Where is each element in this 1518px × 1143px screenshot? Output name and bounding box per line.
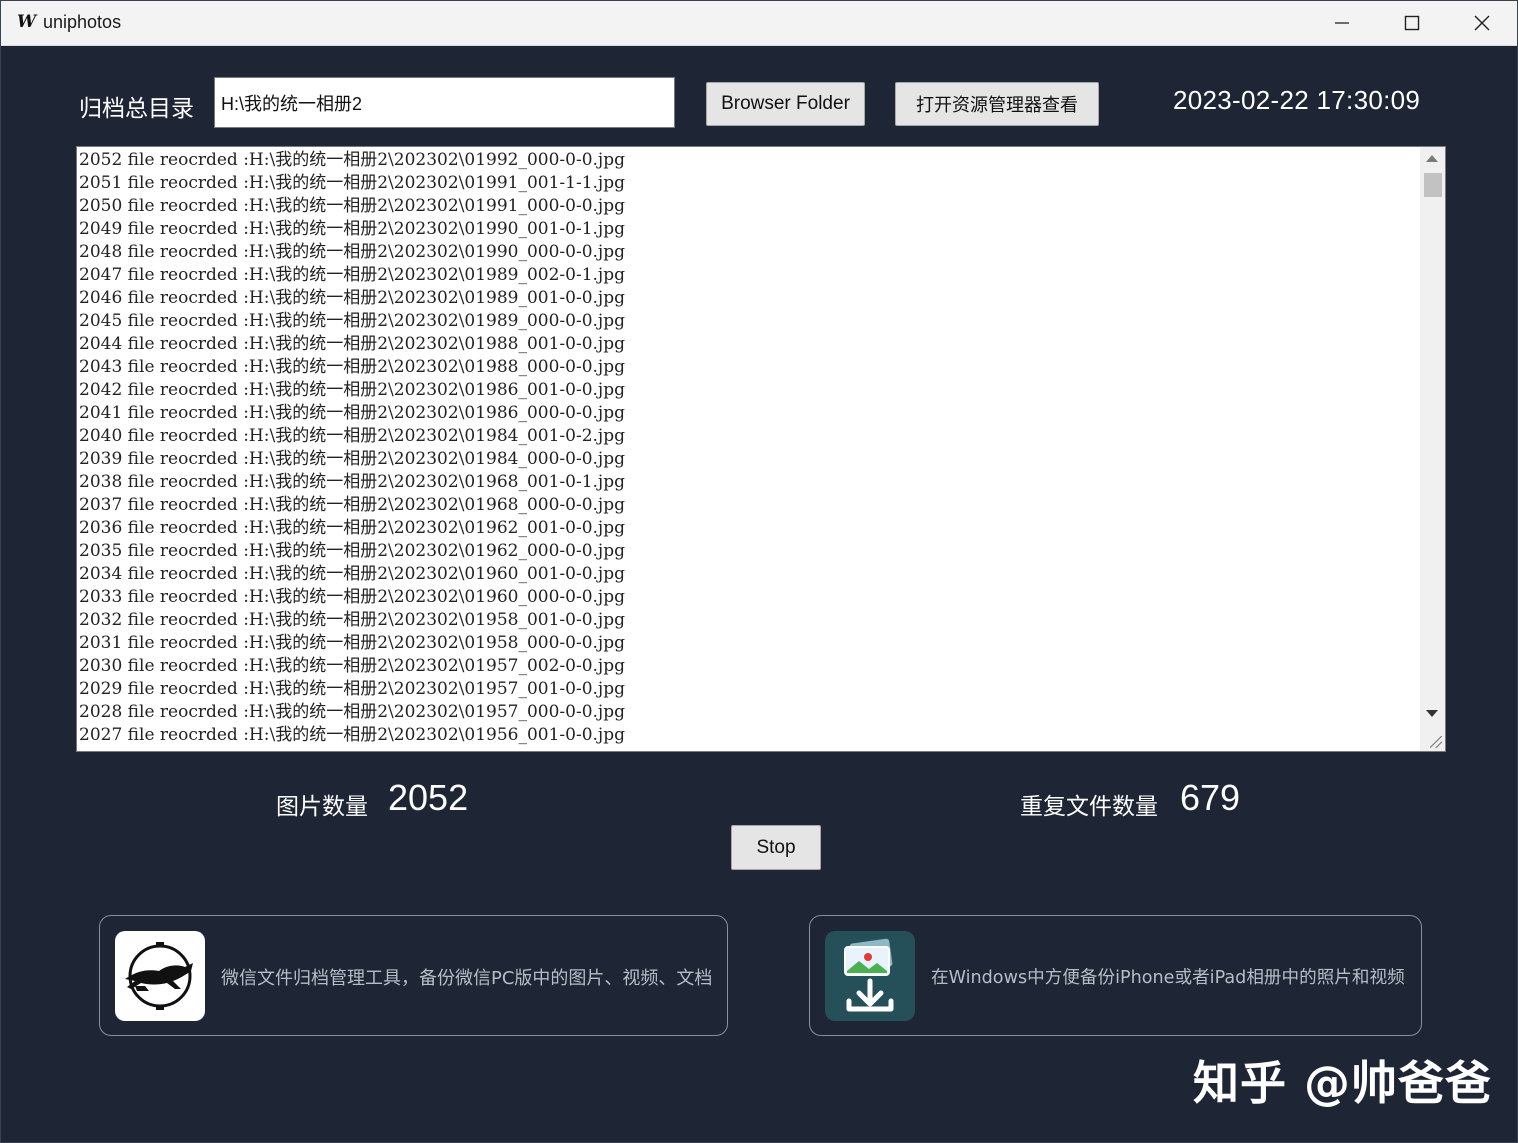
log-line: 2036 file reocrded :H:\我的统一相册2\202302\01…	[79, 518, 625, 538]
log-line: 2031 file reocrded :H:\我的统一相册2\202302\01…	[79, 633, 625, 653]
log-line: 2049 file reocrded :H:\我的统一相册2\202302\01…	[79, 219, 625, 239]
log-line: 2032 file reocrded :H:\我的统一相册2\202302\01…	[79, 610, 625, 630]
duplicate-count-value: 679	[1180, 777, 1241, 818]
log-line: 2035 file reocrded :H:\我的统一相册2\202302\01…	[79, 541, 625, 561]
duplicate-count-label: 重复文件数量	[1020, 794, 1158, 820]
watermark: 知乎 @帅爸爸	[1193, 1056, 1493, 1110]
open-explorer-button[interactable]: 打开资源管理器查看	[895, 82, 1099, 126]
photo-download-icon	[825, 931, 915, 1021]
log-line: 2041 file reocrded :H:\我的统一相册2\202302\01…	[79, 403, 625, 423]
log-line: 2029 file reocrded :H:\我的统一相册2\202302\01…	[79, 679, 625, 699]
log-line: 2042 file reocrded :H:\我的统一相册2\202302\01…	[79, 380, 625, 400]
archive-path-input[interactable]	[214, 77, 675, 128]
log-line: 2037 file reocrded :H:\我的统一相册2\202302\01…	[79, 495, 625, 515]
log-line: 2038 file reocrded :H:\我的统一相册2\202302\01…	[79, 472, 625, 492]
title-bar[interactable]: W uniphotos	[1, 1, 1517, 46]
close-icon	[1474, 15, 1490, 31]
log-textarea[interactable]: 2052 file reocrded :H:\我的统一相册2\202302\01…	[76, 146, 1446, 752]
app-logo-icon: W	[17, 12, 37, 32]
scroll-thumb[interactable]	[1424, 173, 1442, 197]
log-line: 2040 file reocrded :H:\我的统一相册2\202302\01…	[79, 426, 625, 446]
maximize-button[interactable]	[1377, 1, 1447, 45]
photo-count-label: 图片数量	[276, 794, 368, 820]
wechat-tool-promo-text: 微信文件归档管理工具，备份微信PC版中的图片、视频、文档	[221, 968, 713, 989]
log-lines: 2052 file reocrded :H:\我的统一相册2\202302\01…	[79, 149, 1419, 747]
log-line: 2043 file reocrded :H:\我的统一相册2\202302\01…	[79, 357, 625, 377]
window-title: uniphotos	[43, 12, 122, 32]
iphone-backup-promo-text: 在Windows中方便备份iPhone或者iPad相册中的照片和视频	[931, 968, 1405, 988]
log-line: 2050 file reocrded :H:\我的统一相册2\202302\01…	[79, 196, 625, 216]
photo-count-value: 2052	[388, 777, 469, 818]
log-line: 2028 file reocrded :H:\我的统一相册2\202302\01…	[79, 702, 625, 722]
resize-grip-icon[interactable]	[1430, 736, 1442, 748]
minimize-icon	[1335, 22, 1349, 24]
log-line: 2051 file reocrded :H:\我的统一相册2\202302\01…	[79, 173, 625, 193]
wechat-tool-promo-card[interactable]: 微信文件归档管理工具，备份微信PC版中的图片、视频、文档	[99, 915, 728, 1036]
log-line: 2033 file reocrded :H:\我的统一相册2\202302\01…	[79, 587, 625, 607]
scroll-up-arrow-icon[interactable]	[1426, 155, 1438, 162]
iphone-backup-promo-card[interactable]: 在Windows中方便备份iPhone或者iPad相册中的照片和视频	[809, 915, 1422, 1036]
app-window: W uniphotos 归档总目录 Browser Folder 打开资源管理器…	[0, 0, 1518, 1143]
greyhound-clock-icon	[115, 931, 205, 1021]
log-line: 2047 file reocrded :H:\我的统一相册2\202302\01…	[79, 265, 625, 285]
log-line: 2045 file reocrded :H:\我的统一相册2\202302\01…	[79, 311, 625, 331]
log-line: 2046 file reocrded :H:\我的统一相册2\202302\01…	[79, 288, 625, 308]
maximize-icon	[1404, 15, 1420, 31]
minimize-button[interactable]	[1307, 1, 1377, 45]
log-line: 2039 file reocrded :H:\我的统一相册2\202302\01…	[79, 449, 625, 469]
log-line: 2027 file reocrded :H:\我的统一相册2\202302\01…	[79, 725, 625, 745]
log-line: 2044 file reocrded :H:\我的统一相册2\202302\01…	[79, 334, 625, 354]
stop-button[interactable]: Stop	[731, 825, 821, 870]
log-line: 2030 file reocrded :H:\我的统一相册2\202302\01…	[79, 656, 625, 676]
scroll-down-arrow-icon[interactable]	[1426, 710, 1438, 717]
vertical-scrollbar[interactable]	[1420, 147, 1445, 751]
close-button[interactable]	[1447, 1, 1517, 45]
log-line: 2034 file reocrded :H:\我的统一相册2\202302\01…	[79, 564, 625, 584]
archive-directory-label: 归档总目录	[79, 96, 194, 122]
browse-folder-button[interactable]: Browser Folder	[706, 82, 865, 126]
log-line: 2048 file reocrded :H:\我的统一相册2\202302\01…	[79, 242, 625, 262]
log-line: 2052 file reocrded :H:\我的统一相册2\202302\01…	[79, 150, 625, 170]
current-datetime: 2023-02-22 17:30:09	[1173, 85, 1421, 115]
